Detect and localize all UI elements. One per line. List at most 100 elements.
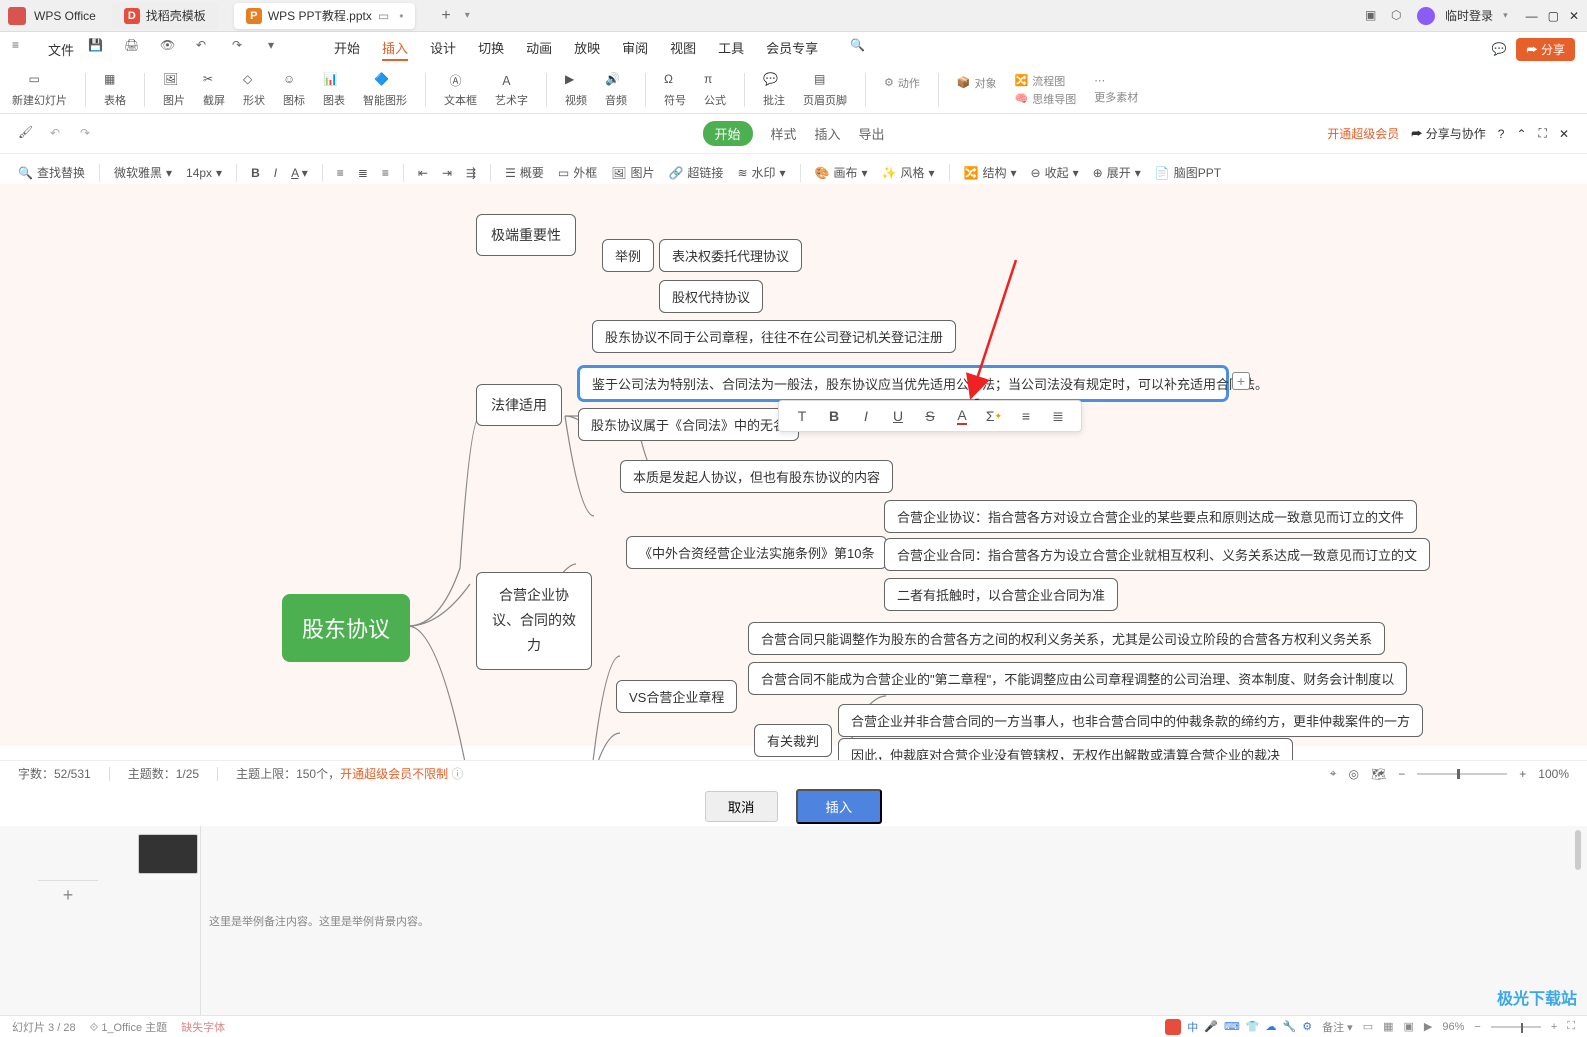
- fmt-formula-icon[interactable]: Σ✦: [985, 407, 1003, 425]
- node-b2-n2[interactable]: 股东协议属于《合同法》中的无名: [578, 408, 799, 441]
- menu-icon[interactable]: ≡: [12, 38, 34, 60]
- structure-button[interactable]: 🔀 结构 ▾: [964, 164, 1017, 181]
- tab-view[interactable]: 视图: [670, 38, 696, 61]
- app-zoom-slider[interactable]: [1491, 1026, 1541, 1028]
- tool-more[interactable]: ⋯: [1094, 74, 1138, 87]
- collapse-button[interactable]: ⊖ 收起 ▾: [1031, 164, 1079, 181]
- slide-thumbnail[interactable]: [138, 834, 198, 874]
- print-icon[interactable]: 🖨: [124, 38, 146, 60]
- view-normal-icon[interactable]: ▭: [1363, 1020, 1373, 1033]
- tab-insert[interactable]: 插入: [382, 38, 408, 61]
- branch-importance[interactable]: 极端重要性: [476, 214, 576, 256]
- tool-chart[interactable]: 📊图表: [323, 72, 345, 108]
- fmt-number-icon[interactable]: ≣: [1049, 407, 1067, 425]
- align-center-icon[interactable]: ≣: [358, 166, 368, 180]
- node-b3-cp[interactable]: 有关裁判: [754, 724, 832, 757]
- share-collab[interactable]: ⮫ 分享与协作: [1411, 125, 1486, 142]
- watermark-button[interactable]: ≋ 水印 ▾: [737, 164, 785, 181]
- font-color-button[interactable]: A ▾: [291, 166, 308, 180]
- mm-tab-style[interactable]: 样式: [770, 124, 796, 143]
- mm-redo-icon[interactable]: ↷: [80, 126, 96, 142]
- tool-audio[interactable]: 🔊音频: [605, 72, 627, 108]
- fmt-strike[interactable]: S: [921, 407, 939, 425]
- close-button[interactable]: ✕: [1569, 9, 1579, 23]
- maximize-button[interactable]: ▢: [1548, 9, 1559, 23]
- node-b3-r3[interactable]: 二者有抵触时，以合营企业合同为准: [884, 578, 1118, 611]
- tab-start[interactable]: 开始: [334, 38, 360, 61]
- align-right-icon[interactable]: ≡: [382, 166, 389, 180]
- preview-icon[interactable]: 👁: [160, 38, 182, 60]
- login-dropdown-icon[interactable]: ▾: [1503, 10, 1508, 21]
- collapse-icon[interactable]: ⌃: [1516, 127, 1526, 141]
- zoom-out-icon[interactable]: −: [1398, 767, 1405, 781]
- search-icon[interactable]: 🔍: [850, 38, 865, 61]
- tool-wordart[interactable]: Ａ艺术字: [495, 72, 528, 108]
- tool-image[interactable]: 🖼图片: [163, 72, 185, 108]
- save-icon[interactable]: 💾: [88, 38, 110, 60]
- tool-smart[interactable]: 🔷智能图形: [363, 72, 407, 108]
- fmt-bold[interactable]: B: [825, 407, 843, 425]
- panel-icon[interactable]: ▣: [1365, 8, 1381, 24]
- tool-object[interactable]: 📦 对象: [957, 75, 997, 91]
- tool-symbol[interactable]: Ω符号: [664, 72, 686, 108]
- outline-button[interactable]: ☰ 概要: [505, 164, 544, 181]
- tool-comment[interactable]: 💬批注: [763, 72, 785, 108]
- tool-video[interactable]: ▶视频: [565, 72, 587, 108]
- file-menu[interactable]: 文件: [48, 40, 74, 59]
- notes-panel[interactable]: 这里是举例备注内容。这里是举例背景内容。: [200, 826, 1587, 1015]
- slide-number[interactable]: 幻灯片 3 / 28: [12, 1019, 76, 1035]
- tool-action[interactable]: ⚙ 动作: [884, 75, 920, 91]
- mm-tab-start[interactable]: 开始: [702, 121, 752, 146]
- notes-button[interactable]: 备注 ▾: [1322, 1019, 1353, 1035]
- tool-icons[interactable]: ☺图标: [283, 72, 305, 108]
- scrollbar-right[interactable]: [1573, 830, 1583, 1011]
- tool-shapes[interactable]: ◇形状: [243, 72, 265, 108]
- help-icon[interactable]: ?: [1498, 127, 1505, 141]
- app-zoom-out[interactable]: −: [1474, 1021, 1480, 1033]
- link-button[interactable]: 🔗 超链接: [668, 164, 723, 181]
- fmt-underline[interactable]: U: [889, 407, 907, 425]
- upgrade-link[interactable]: 开通超级会员: [1327, 125, 1399, 142]
- tool-header[interactable]: ▤页眉页脚: [803, 72, 847, 108]
- view-sorter-icon[interactable]: ▦: [1383, 1020, 1393, 1033]
- sogou-icon[interactable]: [1165, 1019, 1181, 1035]
- add-slide-button[interactable]: +: [38, 880, 98, 910]
- fullscreen-icon[interactable]: ⛶: [1539, 126, 1547, 141]
- wps-logo-icon[interactable]: [8, 7, 26, 25]
- tool-formula[interactable]: π公式: [704, 72, 726, 108]
- center-node[interactable]: 股东协议: [282, 594, 410, 662]
- style-button[interactable]: ✨ 风格 ▾: [882, 164, 935, 181]
- fmt-text-icon[interactable]: T: [793, 407, 811, 425]
- mindmap-canvas[interactable]: 股东协议 极端重要性 举例 表决权委托代理协议 股权代持协议 股东协议不同于公司…: [0, 184, 1587, 746]
- tab-review[interactable]: 审阅: [622, 38, 648, 61]
- mm-tab-export[interactable]: 导出: [859, 124, 885, 143]
- node-selected[interactable]: 鉴于公司法为特别法、合同法为一般法，股东协议应当优先适用公司法；当公司法没有规定…: [578, 366, 1228, 401]
- border-button[interactable]: ▭ 外框: [558, 164, 597, 181]
- align-left-icon[interactable]: ≡: [337, 166, 344, 180]
- tab-menu-icon[interactable]: ▾: [465, 10, 470, 21]
- node-b3-vs[interactable]: VS合营企业章程: [616, 680, 737, 713]
- map-icon[interactable]: 🗺: [1371, 767, 1386, 781]
- tab-tools[interactable]: 工具: [718, 38, 744, 61]
- cancel-button[interactable]: 取消: [705, 791, 778, 822]
- node-b3-n2[interactable]: 《中外合资经营企业法实施条例》第10条: [626, 536, 887, 569]
- font-select[interactable]: 微软雅黑 ▾: [114, 164, 172, 181]
- missing-font[interactable]: 缺失字体: [181, 1019, 225, 1035]
- tab-member[interactable]: 会员专享: [766, 38, 818, 61]
- tab-animation[interactable]: 动画: [526, 38, 552, 61]
- node-b1-n2[interactable]: 股权代持协议: [659, 280, 763, 313]
- branch-jv[interactable]: 合营企业协议、合同的效力: [476, 572, 592, 670]
- image-button[interactable]: 🖼 图片: [611, 164, 654, 181]
- share-button[interactable]: ⮫ 分享: [1516, 38, 1575, 61]
- tool-table[interactable]: ▦表格: [104, 72, 126, 108]
- tab-document[interactable]: P WPS PPT教程.pptx ▭ •: [234, 3, 416, 29]
- insert-button[interactable]: 插入: [796, 789, 883, 824]
- zoom-in-icon[interactable]: +: [1519, 767, 1526, 781]
- fmt-italic[interactable]: I: [857, 407, 875, 425]
- theme-button[interactable]: ⟐ 1_Office 主题: [90, 1019, 168, 1035]
- cube-icon[interactable]: ⬡: [1391, 8, 1407, 24]
- node-b3-n1[interactable]: 本质是发起人协议，但也有股东协议的内容: [620, 460, 893, 493]
- fmt-color[interactable]: A: [953, 407, 971, 425]
- italic-button[interactable]: I: [274, 166, 277, 180]
- node-b3-v1[interactable]: 合营合同只能调整作为股东的合营各方之间的权利义务关系，尤其是公司设立阶段的合营各…: [748, 622, 1385, 655]
